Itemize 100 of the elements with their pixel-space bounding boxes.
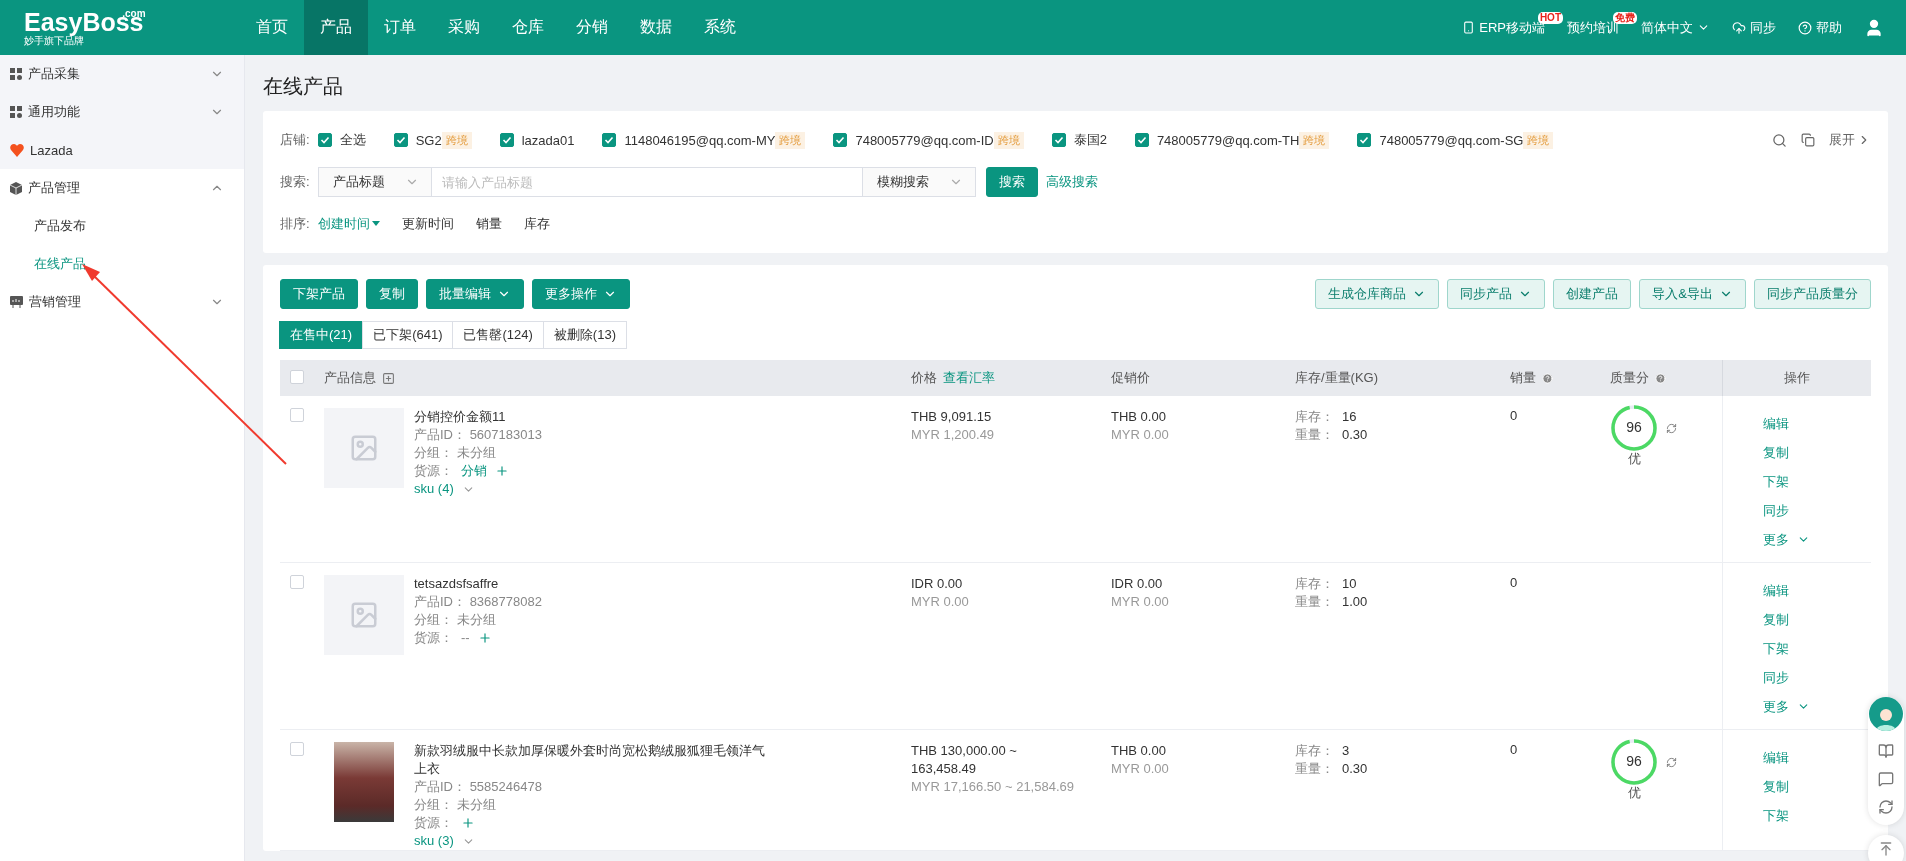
action-button[interactable]: 复制 (366, 279, 418, 309)
column-header: 质量分 (1610, 369, 1649, 387)
sort-option[interactable]: 创建时间 (317, 215, 380, 233)
refresh-icon[interactable] (1666, 757, 1677, 768)
stock-label: 库存： (1295, 575, 1334, 593)
nav-item[interactable]: 采购 (432, 0, 496, 55)
sync-icon[interactable] (1878, 799, 1894, 815)
nav-item[interactable]: 数据 (624, 0, 688, 55)
checkmark-icon (395, 135, 406, 145)
row-action-link[interactable]: 同步 (1763, 496, 1810, 525)
more-link[interactable]: 更多 (1763, 692, 1810, 721)
checkmark-icon (835, 135, 846, 145)
expand-icon[interactable] (382, 371, 395, 385)
weight-label: 重量： (1295, 593, 1334, 611)
nav-item[interactable]: 系统 (688, 0, 752, 55)
logo[interactable]: EasyBoss .com (24, 8, 144, 35)
weight-value: 0.30 (1342, 760, 1368, 778)
action-button[interactable]: 下架产品 (280, 279, 358, 309)
store-label: 748005779@qq.com-TH (1156, 132, 1300, 148)
action-button[interactable]: 同步产品质量分 (1754, 279, 1871, 309)
product-group: 分组： 未分组 (414, 611, 774, 629)
product-title[interactable]: 分销控价金额11 (414, 408, 774, 426)
row-action-link[interactable]: 编辑 (1763, 409, 1810, 438)
tag: 跨境 (993, 131, 1024, 149)
mode-select[interactable]: 模糊搜索 (861, 167, 976, 197)
add-icon[interactable] (477, 631, 492, 645)
avatar[interactable] (1869, 697, 1903, 731)
checkbox[interactable] (602, 133, 617, 147)
action-button[interactable]: 生成仓库商品 (1315, 279, 1440, 309)
status-tab[interactable]: 已售罄(124) (452, 321, 544, 349)
action-button[interactable]: 导入&导出 (1639, 279, 1746, 309)
product-id: 产品ID： 5585246478 (414, 778, 543, 796)
sidebar-subitem[interactable]: 产品发布 (0, 207, 244, 245)
copy-icon[interactable] (1801, 133, 1815, 147)
back-to-top-button[interactable] (1868, 835, 1904, 861)
more-link[interactable]: 更多 (1763, 525, 1810, 554)
row-action-link[interactable]: 下架 (1763, 467, 1810, 496)
add-icon[interactable] (495, 464, 509, 478)
header-link[interactable]: 帮助 (1798, 18, 1842, 37)
action-button[interactable]: 更多操作 (532, 279, 630, 309)
refresh-icon[interactable] (1666, 423, 1677, 434)
header-link[interactable]: 同步 (1732, 18, 1776, 37)
store-label: 748005779@qq.com-ID (855, 132, 994, 148)
sort-option[interactable]: 销量 (475, 215, 502, 233)
product-title[interactable]: 新款羽绒服中长款加厚保暖外套时尚宽松鹅绒服狐狸毛领洋气上衣 (414, 742, 774, 778)
add-icon[interactable] (461, 816, 475, 830)
store-label: 全选 (339, 131, 366, 149)
row-action-link[interactable]: 编辑 (1763, 743, 1789, 772)
nav-item[interactable]: 订单 (368, 0, 432, 55)
sidebar-subitem[interactable]: 在线产品 (0, 245, 244, 283)
row-action-link[interactable]: 下架 (1763, 801, 1789, 830)
checkbox[interactable] (393, 133, 408, 147)
sort-option[interactable]: 库存 (523, 215, 550, 233)
checkbox[interactable] (1357, 133, 1372, 147)
search-field[interactable]: 请输入产品标题 (431, 167, 862, 197)
filter-label: 搜索: (280, 173, 310, 191)
nav-item[interactable]: 分销 (560, 0, 624, 55)
user-icon[interactable] (1864, 17, 1884, 38)
sidebar-item[interactable]: 产品采集 (0, 55, 244, 93)
sidebar-item[interactable]: 通用功能 (0, 93, 244, 131)
status-tab[interactable]: 被删除(13) (542, 321, 627, 349)
field-select[interactable]: 产品标题 (317, 167, 432, 197)
row-action-link[interactable]: 复制 (1763, 438, 1810, 467)
advanced-search-link[interactable]: 高级搜索 (1045, 173, 1098, 191)
sku-link[interactable]: sku (3) (414, 832, 454, 850)
promo-price: MYR 0.00 (1111, 593, 1170, 611)
header-link[interactable]: 简体中文 (1641, 18, 1710, 37)
row-action-link[interactable]: 复制 (1763, 605, 1810, 634)
checkbox[interactable] (833, 133, 848, 147)
sidebar-item[interactable]: Lazada (0, 131, 244, 169)
sku-link[interactable]: sku (4) (414, 480, 454, 498)
status-tab[interactable]: 已下架(641) (362, 321, 454, 349)
product-group: 分组： 未分组 (414, 444, 774, 462)
nav-item[interactable]: 仓库 (496, 0, 560, 55)
row-action-link[interactable]: 复制 (1763, 772, 1789, 801)
nav-item[interactable]: 产品 (304, 0, 368, 55)
action-button[interactable]: 同步产品 (1447, 279, 1546, 309)
checkbox[interactable] (1134, 133, 1149, 147)
chat-icon[interactable] (1878, 771, 1894, 787)
checkbox[interactable] (499, 133, 514, 147)
checkbox[interactable] (317, 133, 332, 147)
row-action-link[interactable]: 同步 (1763, 663, 1810, 692)
search-button[interactable]: 搜索 (985, 167, 1038, 197)
row-action-link[interactable]: 编辑 (1763, 576, 1810, 605)
source-link[interactable]: 分销 (461, 462, 487, 480)
help-icon[interactable] (1542, 372, 1553, 384)
status-tab[interactable]: 在售中(21) (279, 321, 364, 349)
row-action-link[interactable]: 下架 (1763, 634, 1810, 663)
help-icon[interactable] (1655, 372, 1666, 384)
product-title[interactable]: tetsazdsfsaffre (414, 575, 774, 593)
search-icon[interactable] (1772, 132, 1787, 148)
action-button[interactable]: 创建产品 (1553, 279, 1632, 309)
exchange-rate-link[interactable]: 查看汇率 (943, 369, 995, 387)
action-button[interactable]: 批量编辑 (426, 279, 524, 309)
checkbox[interactable] (1051, 133, 1066, 147)
source-label: 货源： (414, 462, 453, 480)
nav-item[interactable]: 首页 (240, 0, 304, 55)
expand-link[interactable]: 展开 (1829, 131, 1871, 149)
help-book-icon[interactable] (1878, 743, 1894, 759)
sort-option[interactable]: 更新时间 (401, 215, 454, 233)
